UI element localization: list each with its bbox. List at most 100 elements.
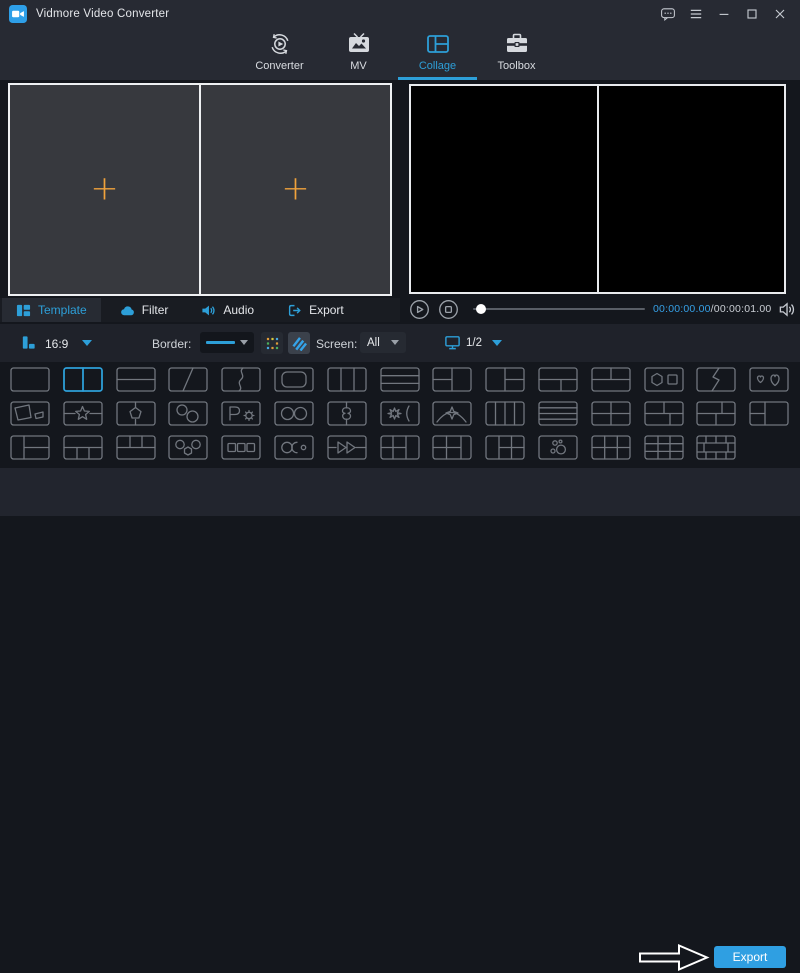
audio-tab-icon — [201, 303, 216, 318]
template-tile-two-ovals[interactable] — [274, 401, 314, 426]
template-tile-grid-3x3[interactable] — [643, 435, 684, 460]
editor-tab-audio[interactable]: Audio — [187, 298, 268, 322]
progress-slider[interactable] — [473, 299, 645, 320]
template-tile-rounded-inset[interactable] — [274, 367, 314, 392]
nav-tab-converter[interactable]: Converter — [240, 30, 319, 77]
screen-label: Screen: — [316, 337, 358, 351]
export-button[interactable]: Export — [714, 946, 786, 968]
template-grid-row-3 — [10, 435, 737, 460]
play-button[interactable] — [409, 299, 430, 320]
template-tile-left-col-right-rows[interactable] — [10, 435, 50, 460]
template-tile-three-squares[interactable] — [221, 435, 261, 460]
template-tile-two-columns[interactable] — [62, 367, 103, 392]
template-tile-three-bubbles[interactable] — [168, 435, 209, 460]
nav-tab-toolbox[interactable]: Toolbox — [477, 30, 556, 77]
window-controls — [660, 6, 788, 22]
progress-knob[interactable] — [476, 303, 486, 314]
add-video-plus-icon[interactable]: + — [281, 171, 310, 205]
screen-dropdown-caret-icon — [391, 340, 399, 345]
template-tile-hex-square[interactable] — [643, 367, 684, 392]
collage-cell-1[interactable]: + — [10, 85, 199, 294]
minimize-icon[interactable] — [716, 6, 732, 22]
template-tile-two-row-top-cols[interactable] — [591, 367, 631, 392]
export-tab-icon — [287, 303, 302, 318]
template-tile-play-arrows[interactable] — [327, 435, 367, 460]
template-tile-pentagon-split[interactable] — [115, 401, 156, 426]
editor-tab-export[interactable]: Export — [273, 298, 358, 322]
nav-tab-collage[interactable]: Collage — [398, 30, 477, 77]
template-tile-two-col-right-rows[interactable] — [485, 367, 525, 392]
template-tile-four-columns[interactable] — [485, 401, 525, 426]
border-pattern-button[interactable] — [288, 332, 310, 354]
aspect-ratio-caret-icon[interactable] — [82, 340, 92, 346]
template-tile-two-col-left-rows[interactable] — [432, 367, 473, 392]
collage-cell-2[interactable]: + — [199, 85, 390, 294]
template-tile-arc-star[interactable] — [432, 401, 473, 426]
filter-tab-icon — [120, 303, 135, 318]
page-indicator: 1/2 — [466, 337, 482, 349]
editor-tab-filter[interactable]: Filter — [106, 298, 183, 322]
template-tab-icon — [16, 303, 31, 318]
template-tile-single[interactable] — [10, 367, 50, 392]
border-style-dropdown[interactable] — [200, 332, 254, 353]
add-video-plus-icon[interactable]: + — [90, 171, 119, 205]
template-tile-grid-3x2[interactable] — [591, 435, 631, 460]
template-tile-left-col-grid-2x2[interactable] — [485, 435, 525, 460]
template-tile-two-row-bottom-cols[interactable] — [538, 367, 578, 392]
feedback-icon[interactable] — [660, 6, 676, 22]
nav-tab-mv[interactable]: MV — [319, 30, 398, 77]
editor-tab-label: Audio — [223, 303, 255, 317]
template-tile-left-rows-right-col[interactable] — [749, 401, 789, 426]
progress-track — [473, 308, 645, 310]
template-tile-star-band[interactable] — [63, 401, 103, 426]
editor-tab-template[interactable]: Template — [2, 298, 101, 322]
maximize-icon[interactable] — [744, 6, 760, 22]
close-icon[interactable] — [772, 6, 788, 22]
toolbox-icon — [504, 31, 530, 57]
template-tile-grid-frame[interactable] — [696, 435, 737, 460]
collage-toolbar: 16:9 Border: Screen: All 1/2 — [0, 324, 800, 362]
template-tile-two-circles[interactable] — [168, 401, 209, 426]
template-tile-diagonal-split[interactable] — [168, 367, 209, 392]
template-tile-grid-2x2-right-col[interactable] — [379, 435, 420, 460]
template-tile-burst-bracket[interactable] — [379, 401, 420, 426]
template-tile-grid-2x2[interactable] — [591, 401, 631, 426]
template-tile-circle-pac-dot[interactable] — [274, 435, 314, 460]
page-caret-icon[interactable] — [492, 340, 502, 346]
template-tile-grid-2x2-bottom-offset[interactable] — [696, 401, 737, 426]
template-tile-three-rows[interactable] — [379, 367, 420, 392]
preview-panel — [409, 84, 786, 294]
editor-tab-label: Filter — [141, 303, 169, 317]
aspect-ratio-value[interactable]: 16:9 — [45, 337, 68, 351]
template-tile-bubbles-scatter[interactable] — [538, 435, 578, 460]
diagonal-stripes-icon — [291, 336, 307, 351]
template-tile-two-hearts[interactable] — [749, 367, 789, 392]
converter-icon — [267, 31, 293, 57]
current-time: 00:00:00.00 — [653, 303, 711, 315]
template-tile-top-3cols-bottom-full[interactable] — [115, 435, 156, 460]
aspect-ratio-icon[interactable] — [20, 334, 37, 351]
template-tile-wave-split[interactable] — [221, 367, 261, 392]
volume-icon[interactable] — [778, 300, 797, 319]
template-grid-row-2 — [10, 401, 789, 426]
screen-dropdown[interactable]: All — [360, 332, 406, 353]
main-nav-tabs: Converter MV Collage Toolbox — [240, 30, 556, 77]
template-tile-megaphones[interactable] — [10, 401, 50, 426]
border-color-button[interactable] — [261, 332, 283, 354]
template-tile-lightning-split[interactable] — [696, 367, 737, 392]
template-tile-p-gear[interactable] — [221, 401, 261, 426]
menu-icon[interactable] — [688, 6, 704, 22]
template-tile-four-rows[interactable] — [538, 401, 578, 426]
template-tile-grid-2x2-right-col-wide[interactable] — [432, 435, 473, 460]
screen-page-icon[interactable] — [444, 334, 461, 351]
app-window: Vidmore Video Converter Converter MV Colla… — [0, 0, 800, 972]
template-tile-clover-split[interactable] — [327, 401, 367, 426]
template-tile-two-rows[interactable] — [115, 367, 156, 392]
stop-button[interactable] — [438, 299, 459, 320]
titlebar: Vidmore Video Converter — [0, 0, 800, 28]
time-display: 00:00:00.00/00:00:01.00 — [653, 303, 771, 315]
template-tile-three-columns[interactable] — [327, 367, 367, 392]
window-title: Vidmore Video Converter — [36, 8, 170, 20]
template-tile-top-full-bottom-3cols[interactable] — [63, 435, 103, 460]
template-tile-grid-2x2-top-offset[interactable] — [643, 401, 684, 426]
